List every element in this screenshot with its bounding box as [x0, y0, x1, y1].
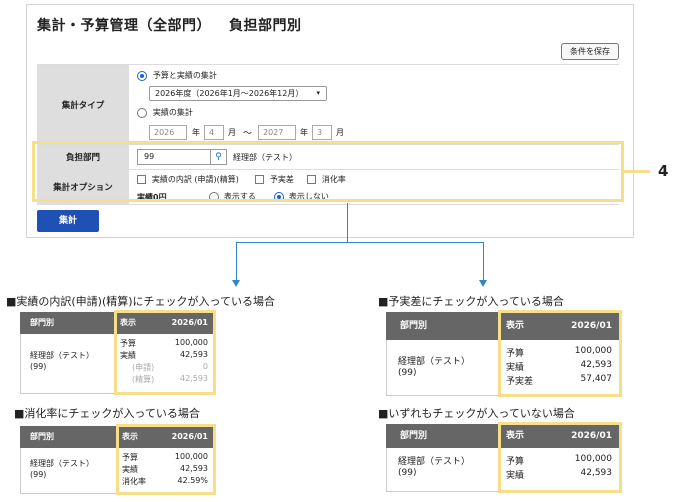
- highlight-frame: [116, 424, 216, 495]
- example-table-breakdown: 部門別 表示 2026/01 経理部（テスト） (99) 予算 実績 (申請) …: [20, 310, 216, 395]
- save-conditions-button[interactable]: 条件を保存: [561, 43, 619, 60]
- arrow-down-icon: [232, 280, 240, 287]
- actual-only-radio[interactable]: [137, 107, 147, 118]
- from-month-unit: 月: [228, 128, 236, 137]
- example-table-none: 部門別 表示 2026/01 経理部（テスト） (99) 予算 実績 100,0…: [386, 422, 622, 493]
- arrow-down-icon: [479, 280, 487, 287]
- callout-line: [624, 170, 650, 173]
- dept-code-cell: (99): [398, 368, 417, 378]
- connector-line: [236, 242, 237, 282]
- dept-code-cell: (99): [30, 470, 47, 479]
- to-year-unit: 年: [300, 128, 308, 137]
- col-dept-header: 部門別: [386, 424, 500, 448]
- from-year-unit: 年: [192, 128, 200, 137]
- budget-actual-radio[interactable]: [137, 70, 147, 81]
- actual-only-label: 実績の集計: [152, 108, 193, 117]
- connector-line: [483, 242, 484, 282]
- highlight-frame: [114, 310, 216, 395]
- dept-code-cell: (99): [30, 362, 47, 371]
- caption-breakdown: ■実績の内訳(申請)(精算)にチェックが入っている場合: [6, 295, 276, 308]
- fiscal-year-select[interactable]: 2026年度（2026年1月〜2026年12月） ▾: [149, 86, 327, 101]
- dept-name-cell: 経理部（テスト）: [398, 457, 471, 467]
- aggregation-panel: 集計・予算管理（全部門） 負担部門別 条件を保存 集計タイプ 予算と実績の集計 2…: [26, 4, 634, 238]
- connector-line: [347, 203, 348, 243]
- to-month-input[interactable]: 3: [312, 125, 332, 140]
- highlight-frame: [32, 141, 624, 202]
- example-table-rate: 部門別 表示 2026/01 経理部（テスト） (99) 予算 実績 消化率 1…: [20, 424, 216, 495]
- col-dept-header: 部門別: [20, 312, 116, 334]
- agg-type-row: 集計タイプ 予算と実績の集計 2026年度（2026年1月〜2026年12月） …: [37, 64, 619, 144]
- agg-type-label: 集計タイプ: [37, 65, 129, 144]
- col-dept-header: 部門別: [386, 312, 500, 340]
- range-tilde: 〜: [243, 129, 253, 139]
- run-aggregation-button[interactable]: 集計: [37, 210, 99, 232]
- caption-variance: ■予実差にチェックが入っている場合: [378, 295, 564, 308]
- dept-name-cell: 経理部（テスト）: [30, 459, 94, 468]
- from-month-input[interactable]: 4: [204, 125, 224, 140]
- to-year-input[interactable]: 2027: [258, 125, 296, 140]
- caption-rate: ■消化率にチェックが入っている場合: [14, 407, 200, 420]
- callout-number: 4: [658, 162, 669, 180]
- col-dept-header: 部門別: [20, 426, 118, 448]
- caption-none: ■いずれもチェックが入っていない場合: [378, 407, 575, 420]
- dept-code-cell: (99): [398, 468, 417, 478]
- page-title: 集計・予算管理（全部門） 負担部門別: [37, 18, 302, 34]
- connector-line: [236, 242, 484, 243]
- dept-name-cell: 経理部（テスト）: [398, 357, 471, 367]
- dropdown-arrow-icon: ▾: [316, 89, 320, 97]
- to-month-unit: 月: [336, 128, 344, 137]
- highlight-frame: [498, 310, 622, 397]
- highlight-frame: [498, 422, 622, 493]
- from-year-input[interactable]: 2026: [149, 125, 187, 140]
- example-table-variance: 部門別 表示 2026/01 経理部（テスト） (99) 予算 実績 予実差 1…: [386, 310, 622, 397]
- dept-name-cell: 経理部（テスト）: [30, 351, 94, 360]
- budget-actual-label: 予算と実績の集計: [152, 71, 217, 80]
